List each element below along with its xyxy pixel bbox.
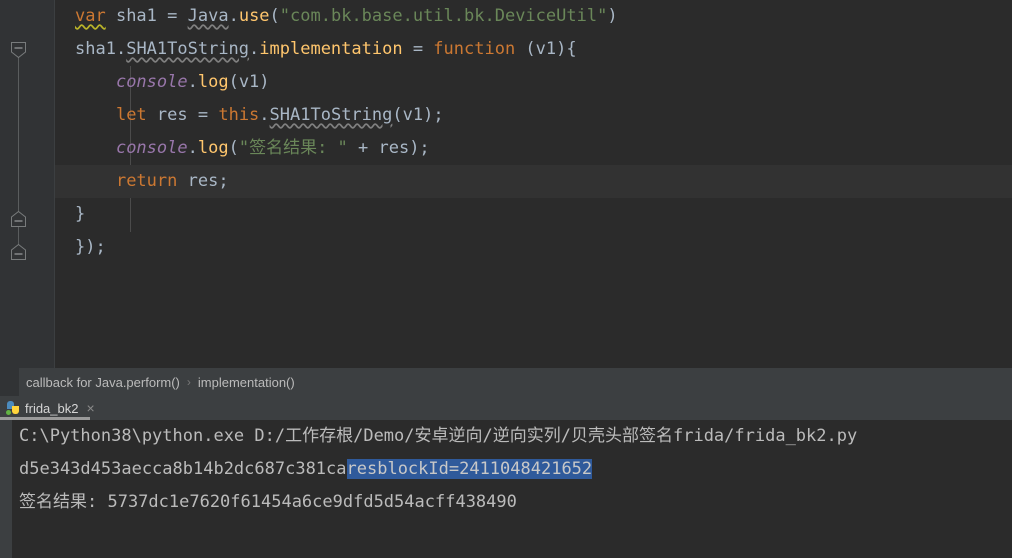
code-token: (v1){	[515, 39, 577, 59]
code-token: (v1);	[392, 105, 444, 125]
fold-collapse-icon-block[interactable]	[10, 210, 27, 228]
code-content[interactable]: var sha1 = Java.use("com.bk.base.util.bk…	[55, 0, 1012, 368]
tab-label: frida_bk2	[25, 400, 79, 416]
code-line[interactable]: var sha1 = Java.use("com.bk.base.util.bk…	[55, 0, 1012, 33]
console-line[interactable]: d5e343d453aecca8b14b2dc687c381caresblock…	[6, 453, 1012, 486]
code-token: .	[115, 39, 127, 59]
code-line[interactable]: }	[55, 198, 1012, 231]
code-token: log	[197, 138, 229, 158]
breadcrumb-item-1[interactable]: implementation()	[198, 375, 295, 390]
code-token: (	[269, 6, 280, 26]
code-token: .	[249, 39, 260, 59]
code-line[interactable]: sha1.SHA1ToString.implementation = funct…	[55, 33, 1012, 66]
code-token: var	[75, 6, 106, 26]
code-token: res;	[177, 171, 229, 191]
fold-collapse-icon-root[interactable]	[10, 243, 27, 261]
close-icon[interactable]: ×	[86, 401, 94, 415]
console-selected-text: resblockId=2411048421652	[346, 459, 593, 479]
fold-rail-outer	[18, 50, 19, 217]
breadcrumb-gutter-strip	[0, 368, 19, 396]
code-token: log	[197, 72, 229, 92]
code-token: )	[607, 6, 618, 26]
code-token: .	[228, 6, 239, 26]
console-line[interactable]: C:\Python38\python.exe D:/工作存根/Demo/安卓逆向…	[6, 420, 1012, 453]
code-token: sha1	[75, 39, 116, 59]
code-line[interactable]: return res;	[55, 165, 1012, 198]
console-text: 签名结果: 5737dc1e7620f61454a6ce9dfd5d54acff…	[19, 492, 517, 512]
code-token: =	[402, 39, 434, 59]
code-token: "签名结果: "	[238, 138, 348, 158]
breadcrumb-item-0[interactable]: callback for Java.perform()	[26, 375, 180, 390]
code-token: =	[167, 6, 188, 26]
code-token: =	[197, 105, 219, 125]
code-token: .	[187, 72, 198, 92]
code-line[interactable]: console.log(v1)	[55, 66, 1012, 99]
code-token: console	[115, 138, 188, 158]
code-token: (	[228, 138, 239, 158]
code-token: "com.bk.base.util.bk.DeviceUtil"	[279, 6, 608, 26]
breadcrumb-separator-icon: ›	[186, 375, 191, 389]
console-text: d5e343d453aecca8b14b2dc687c381ca	[19, 459, 347, 479]
code-token: Java	[187, 6, 229, 26]
run-tool-tabbar[interactable]: frida_bk2 ×	[0, 396, 1012, 420]
code-token: return	[115, 171, 178, 191]
code-token: function	[433, 39, 516, 59]
code-lines: var sha1 = Java.use("com.bk.base.util.bk…	[55, 0, 1012, 264]
code-token: .	[259, 105, 270, 125]
code-token: use	[238, 6, 270, 26]
code-token: console	[115, 72, 188, 92]
code-token: });	[75, 237, 106, 257]
code-token: let	[115, 105, 147, 125]
python-file-icon	[6, 401, 20, 415]
code-token: SHA1ToString	[269, 105, 393, 125]
code-line[interactable]: });	[55, 231, 1012, 264]
console-output-panel[interactable]: C:\Python38\python.exe D:/工作存根/Demo/安卓逆向…	[0, 420, 1012, 558]
code-token: SHA1ToString	[126, 39, 250, 59]
code-editor[interactable]: var sha1 = Java.use("com.bk.base.util.bk…	[0, 0, 1012, 368]
breadcrumb[interactable]: callback for Java.perform() › implementa…	[0, 368, 1012, 396]
console-line[interactable]: 签名结果: 5737dc1e7620f61454a6ce9dfd5d54acff…	[6, 486, 1012, 519]
code-line[interactable]: let res = this.SHA1ToString(v1);	[55, 99, 1012, 132]
code-token: this	[218, 105, 260, 125]
console-lines: C:\Python38\python.exe D:/工作存根/Demo/安卓逆向…	[6, 420, 1012, 519]
code-token: res	[146, 105, 198, 125]
code-token: (v1)	[228, 72, 270, 92]
code-token: sha1	[105, 6, 168, 26]
code-token: + res);	[347, 138, 430, 158]
code-token: }	[75, 204, 86, 224]
code-token: .	[187, 138, 198, 158]
fold-collapse-icon-function[interactable]	[10, 41, 27, 59]
console-text: C:\Python38\python.exe D:/工作存根/Demo/安卓逆向…	[19, 426, 858, 446]
code-token: implementation	[259, 39, 403, 59]
editor-gutter[interactable]	[0, 0, 55, 368]
code-line[interactable]: console.log("签名结果: " + res);	[55, 132, 1012, 165]
